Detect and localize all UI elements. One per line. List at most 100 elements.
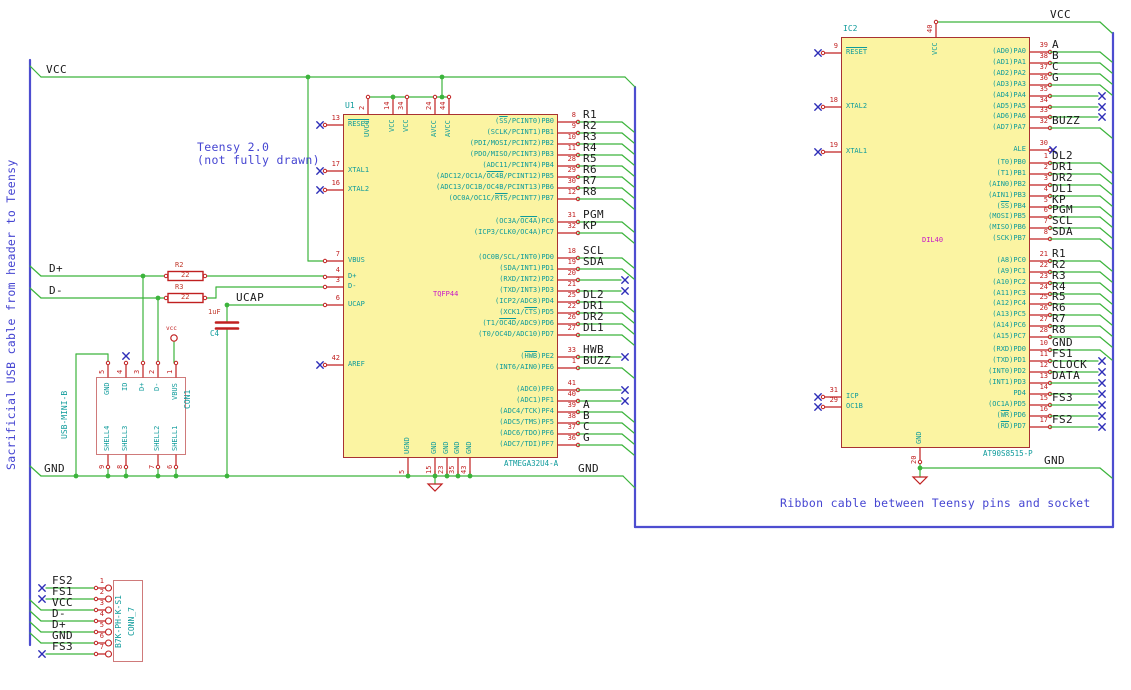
pin-name: SHELL3 [121, 425, 129, 451]
pin-end-dot [93, 607, 99, 613]
pin-name: (INT1)PD3 [988, 378, 1026, 386]
pin-name: (ADC12/OC1A/OC4B/PCINT12)PB5 [435, 172, 554, 180]
bus-entry [1099, 195, 1113, 207]
pin-name: (ADC11/PCINT4)PB4 [482, 161, 554, 169]
pin-name: (INT0)PD2 [988, 367, 1026, 375]
junction-dot [439, 74, 445, 80]
pin-number: 23 [437, 465, 445, 474]
pin-end-dot [93, 585, 99, 591]
wire [29, 287, 42, 299]
pad-circle [104, 639, 113, 647]
pin-name: PD4 [1013, 389, 1026, 397]
bus-entry [621, 154, 635, 166]
bus-entry [1099, 162, 1113, 174]
pin-name: (OC0A/OC1C/RTS/PCINT7)PB7 [448, 194, 554, 202]
pin-number: 19 [829, 141, 838, 149]
junction-dot [140, 273, 146, 279]
bus-entry [621, 198, 635, 210]
pin-end-dot [322, 122, 328, 128]
pin-end-dot [93, 629, 99, 635]
capacitor-ref: C4 [210, 329, 220, 338]
pin-name: (T1/OC4D/ADC9)PD6 [482, 319, 554, 327]
pin-end-dot [163, 273, 169, 279]
junction-dot [224, 302, 230, 308]
pin-number: 2 [148, 369, 156, 374]
bus-entry [621, 301, 635, 313]
pin-name: (RXD/INT2)PD2 [499, 275, 554, 283]
pin-number: 7 [99, 643, 104, 651]
pin-name: (ADC0)PF0 [516, 385, 554, 393]
wires-layer [28, 19, 1115, 658]
net-label: VCC [46, 63, 68, 76]
pin-number: 35 [448, 465, 456, 474]
net-label: BUZZ [583, 354, 612, 367]
pin-end-dot [404, 94, 410, 100]
net-label: GND [1044, 454, 1066, 467]
pin-name: (OC0B/SCL/INT0)PD0 [478, 253, 554, 261]
pin-number: 41 [567, 379, 576, 387]
pin-name: (AD5)PA5 [992, 102, 1026, 110]
pin-number: 5 [1043, 196, 1048, 204]
pin-end-dot [820, 394, 826, 400]
pin-name: SHELL2 [153, 425, 161, 451]
junction-dot [305, 74, 311, 80]
note-usb-cable: Sacrificial USB cable from header to Tee… [4, 159, 18, 470]
pin-number: 28 [567, 155, 576, 163]
bus-entry [1099, 184, 1113, 196]
pin-number: 36 [1039, 74, 1048, 82]
pin-number: 15 [425, 465, 433, 474]
pin-number: 44 [439, 101, 447, 110]
pin-end-dot [163, 295, 169, 301]
net-label: SDA [583, 255, 605, 268]
junction-dot [224, 473, 230, 479]
note-teensy: (not fully drawn) [197, 153, 320, 167]
net-label: GND [578, 462, 600, 475]
resistor-ref: R2 [175, 261, 184, 269]
pin-name: (AD0)PA0 [992, 47, 1026, 55]
junction-dot [155, 295, 161, 301]
bus-entry [1099, 349, 1113, 361]
pin-number: 34 [397, 101, 405, 110]
pin-name: (MOSI)PB5 [988, 212, 1026, 220]
pin-name: (SDA/INT1)PD1 [499, 264, 554, 272]
pin-end-dot [155, 360, 161, 366]
pin-name: D+ [138, 382, 146, 391]
net-label: G [583, 431, 591, 444]
pin-name: (AIN1)PB3 [988, 191, 1026, 199]
pin-name: VCC [931, 42, 939, 56]
pin-name: D+ [348, 272, 357, 280]
pin-number: 39 [1039, 41, 1048, 49]
pin-end-dot [322, 284, 328, 290]
pin-name: UGND [403, 437, 411, 454]
pin-end-dot [446, 94, 452, 100]
pin-name: GND [915, 431, 923, 444]
pin-number: 27 [1039, 315, 1048, 323]
capacitor-value: 1uF [208, 308, 221, 316]
power-vcc-label: vcc [166, 325, 177, 332]
pin-end-dot [820, 149, 826, 155]
pin-number: 30 [1039, 139, 1048, 147]
bus-entry [1099, 216, 1113, 228]
pin-number: 34 [1039, 96, 1048, 104]
pin-number: 38 [1039, 52, 1048, 60]
pin-number: 40 [926, 24, 934, 33]
pin-number: 2 [99, 588, 104, 596]
pin-end-dot [432, 94, 438, 100]
pin-name: (ADC5/TMS)PF5 [499, 418, 554, 426]
pin-number: 1 [99, 577, 104, 585]
bus-entry [621, 176, 635, 188]
pin-name: (T1)PB1 [996, 169, 1026, 177]
pin-number: 10 [567, 133, 576, 141]
pin-number: 6 [166, 464, 174, 469]
net-label: GND [44, 462, 66, 475]
pin-number: 4 [1043, 185, 1048, 193]
pin-number: 18 [567, 247, 576, 255]
pin-number: 12 [1039, 361, 1048, 369]
pin-end-dot [820, 50, 826, 56]
pin-number: 33 [1039, 106, 1048, 114]
pin-number: 18 [829, 96, 838, 104]
bus-entry [1099, 314, 1113, 326]
pin-name: OC1B [846, 402, 863, 410]
bus-entry [1099, 51, 1113, 63]
pin-name: (XCK1/CTS)PD5 [499, 308, 554, 316]
